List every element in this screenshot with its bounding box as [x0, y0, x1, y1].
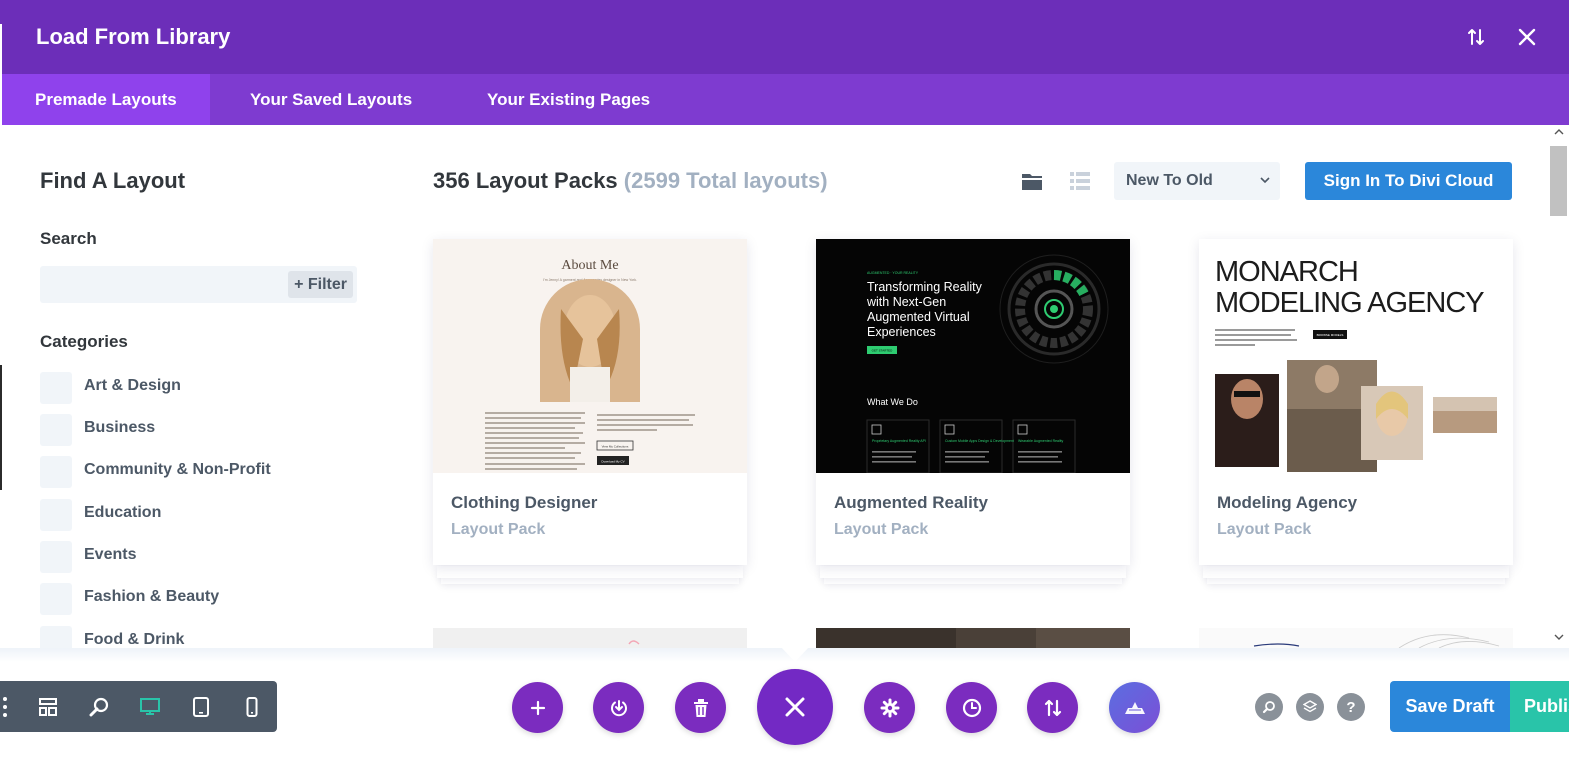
- layout-thumbnail: About Me I'm Jenny! A garment and Access…: [433, 239, 747, 473]
- drag-handle-icon[interactable]: [0, 681, 22, 732]
- layout-card-title: Modeling Agency: [1217, 493, 1358, 512]
- category-checkbox[interactable]: [40, 372, 72, 404]
- thumb-button: View My Collections: [602, 445, 629, 449]
- add-icon[interactable]: [512, 682, 563, 733]
- thumb-service: Custom Mobile Apps Design & Development: [945, 439, 1014, 443]
- layout-card[interactable]: AUGMENTED · YOUR REALITY Transforming Re…: [816, 239, 1130, 584]
- sidebar-title: Find A Layout: [40, 168, 186, 193]
- thumb-heading: with Next-Gen: [866, 295, 946, 309]
- publish-button[interactable]: Publish: [1510, 681, 1569, 732]
- sort-value: New To Old: [1126, 172, 1213, 189]
- zoom-icon[interactable]: [73, 681, 124, 732]
- thumb-heading: About Me: [561, 258, 618, 273]
- layout-card-partial[interactable]: [816, 628, 1130, 648]
- scrollbar-thumb[interactable]: [1550, 146, 1567, 216]
- category-label: Events: [84, 546, 137, 563]
- sort-arrows-icon[interactable]: [1461, 22, 1491, 52]
- tab-saved-layouts[interactable]: Your Saved Layouts: [217, 74, 445, 125]
- category-checkbox[interactable]: [40, 499, 72, 531]
- layout-card[interactable]: About Me I'm Jenny! A garment and Access…: [433, 239, 747, 584]
- total-layouts-text: (2599 Total layouts): [623, 168, 828, 193]
- modal-title: Load From Library: [36, 24, 231, 49]
- scroll-up-icon[interactable]: [1552, 127, 1566, 141]
- thumb-service: Proprietary Augmented Reality API: [872, 439, 926, 443]
- search-icon[interactable]: [1255, 693, 1283, 721]
- layout-card[interactable]: MONARCH MODELING AGENCY BROWSE MODELS Mo…: [1199, 239, 1513, 584]
- wireframe-icon[interactable]: [22, 681, 73, 732]
- layout-card-title: Augmented Reality: [834, 493, 988, 512]
- window-edge: [0, 365, 2, 490]
- library-modal: Load From Library Premade Layouts Your S…: [2, 0, 1569, 648]
- grid-view-icon[interactable]: [1020, 169, 1044, 193]
- category-label: Education: [84, 504, 162, 521]
- divi-ai-icon[interactable]: [1109, 682, 1160, 733]
- category-label: Business: [84, 419, 156, 436]
- toolbar-notch: [780, 646, 810, 662]
- thumb-heading: Experiences: [867, 325, 936, 339]
- search-input[interactable]: + Filter: [40, 266, 357, 303]
- category-checkbox[interactable]: [40, 583, 72, 615]
- category-label: Fashion & Beauty: [84, 588, 220, 605]
- filter-button[interactable]: + Filter: [288, 271, 353, 298]
- modal-header: Load From Library: [2, 0, 1569, 74]
- layout-card-subtitle: Layout Pack: [834, 521, 929, 538]
- layout-card-title: Clothing Designer: [451, 493, 598, 512]
- portability-icon[interactable]: [1027, 682, 1078, 733]
- tab-premade-layouts[interactable]: Premade Layouts: [2, 74, 210, 125]
- category-checkbox[interactable]: [40, 414, 72, 446]
- phone-icon[interactable]: [226, 681, 277, 732]
- layout-card-subtitle: Layout Pack: [1217, 521, 1312, 538]
- desktop-icon[interactable]: [124, 681, 175, 732]
- thumb-service: Wearable Augmented Reality: [1018, 439, 1064, 443]
- thumb-cta: GET STARTED: [872, 349, 894, 353]
- categories-label: Categories: [40, 332, 128, 351]
- thumb-eyebrow: AUGMENTED · YOUR REALITY: [867, 271, 919, 275]
- layout-card-partial[interactable]: [433, 628, 747, 648]
- thumb-section: What We Do: [867, 397, 918, 407]
- scroll-down-icon[interactable]: [1552, 632, 1566, 646]
- thumb-button: Download My CV: [601, 460, 624, 464]
- view-mode-toolbar: [0, 681, 277, 732]
- layout-card-subtitle: Layout Pack: [451, 521, 546, 538]
- layout-card-partial[interactable]: [1199, 628, 1513, 648]
- load-icon[interactable]: [593, 682, 644, 733]
- tab-existing-pages[interactable]: Your Existing Pages: [454, 74, 683, 125]
- search-label: Search: [40, 229, 97, 248]
- list-view-icon[interactable]: [1068, 169, 1092, 193]
- thumb-cta: BROWSE MODELS: [1317, 333, 1344, 337]
- layers-icon[interactable]: [1296, 693, 1324, 721]
- chevron-down-icon: [1260, 162, 1270, 200]
- close-icon[interactable]: [757, 669, 833, 745]
- thumb-heading: MODELING AGENCY: [1215, 287, 1484, 319]
- thumb-heading: Transforming Reality: [867, 280, 983, 294]
- category-label: Community & Non-Profit: [84, 461, 271, 478]
- history-icon[interactable]: [946, 682, 997, 733]
- sign-in-divi-cloud-button[interactable]: Sign In To Divi Cloud: [1305, 162, 1512, 200]
- category-checkbox[interactable]: [40, 626, 72, 648]
- category-checkbox[interactable]: [40, 541, 72, 573]
- category-label: Food & Drink: [84, 631, 185, 648]
- tab-bar: Premade Layouts Your Saved Layouts Your …: [2, 74, 1569, 125]
- pack-count-text: 356 Layout Packs: [433, 168, 618, 193]
- settings-icon[interactable]: [864, 682, 915, 733]
- thumb-heading: MONARCH: [1215, 256, 1358, 288]
- layout-pack-count: 356 Layout Packs (2599 Total layouts): [433, 168, 828, 194]
- tablet-icon[interactable]: [175, 681, 226, 732]
- layout-thumbnail: MONARCH MODELING AGENCY BROWSE MODELS: [1199, 239, 1513, 473]
- save-draft-button[interactable]: Save Draft: [1390, 681, 1510, 732]
- close-icon[interactable]: [1512, 22, 1542, 52]
- layout-thumbnail: AUGMENTED · YOUR REALITY Transforming Re…: [816, 239, 1130, 473]
- help-icon[interactable]: ?: [1337, 693, 1365, 721]
- category-label: Art & Design: [84, 377, 181, 394]
- trash-icon[interactable]: [675, 682, 726, 733]
- thumb-heading: Augmented Virtual: [867, 310, 970, 324]
- sort-select[interactable]: New To Old: [1114, 162, 1280, 200]
- category-checkbox[interactable]: [40, 456, 72, 488]
